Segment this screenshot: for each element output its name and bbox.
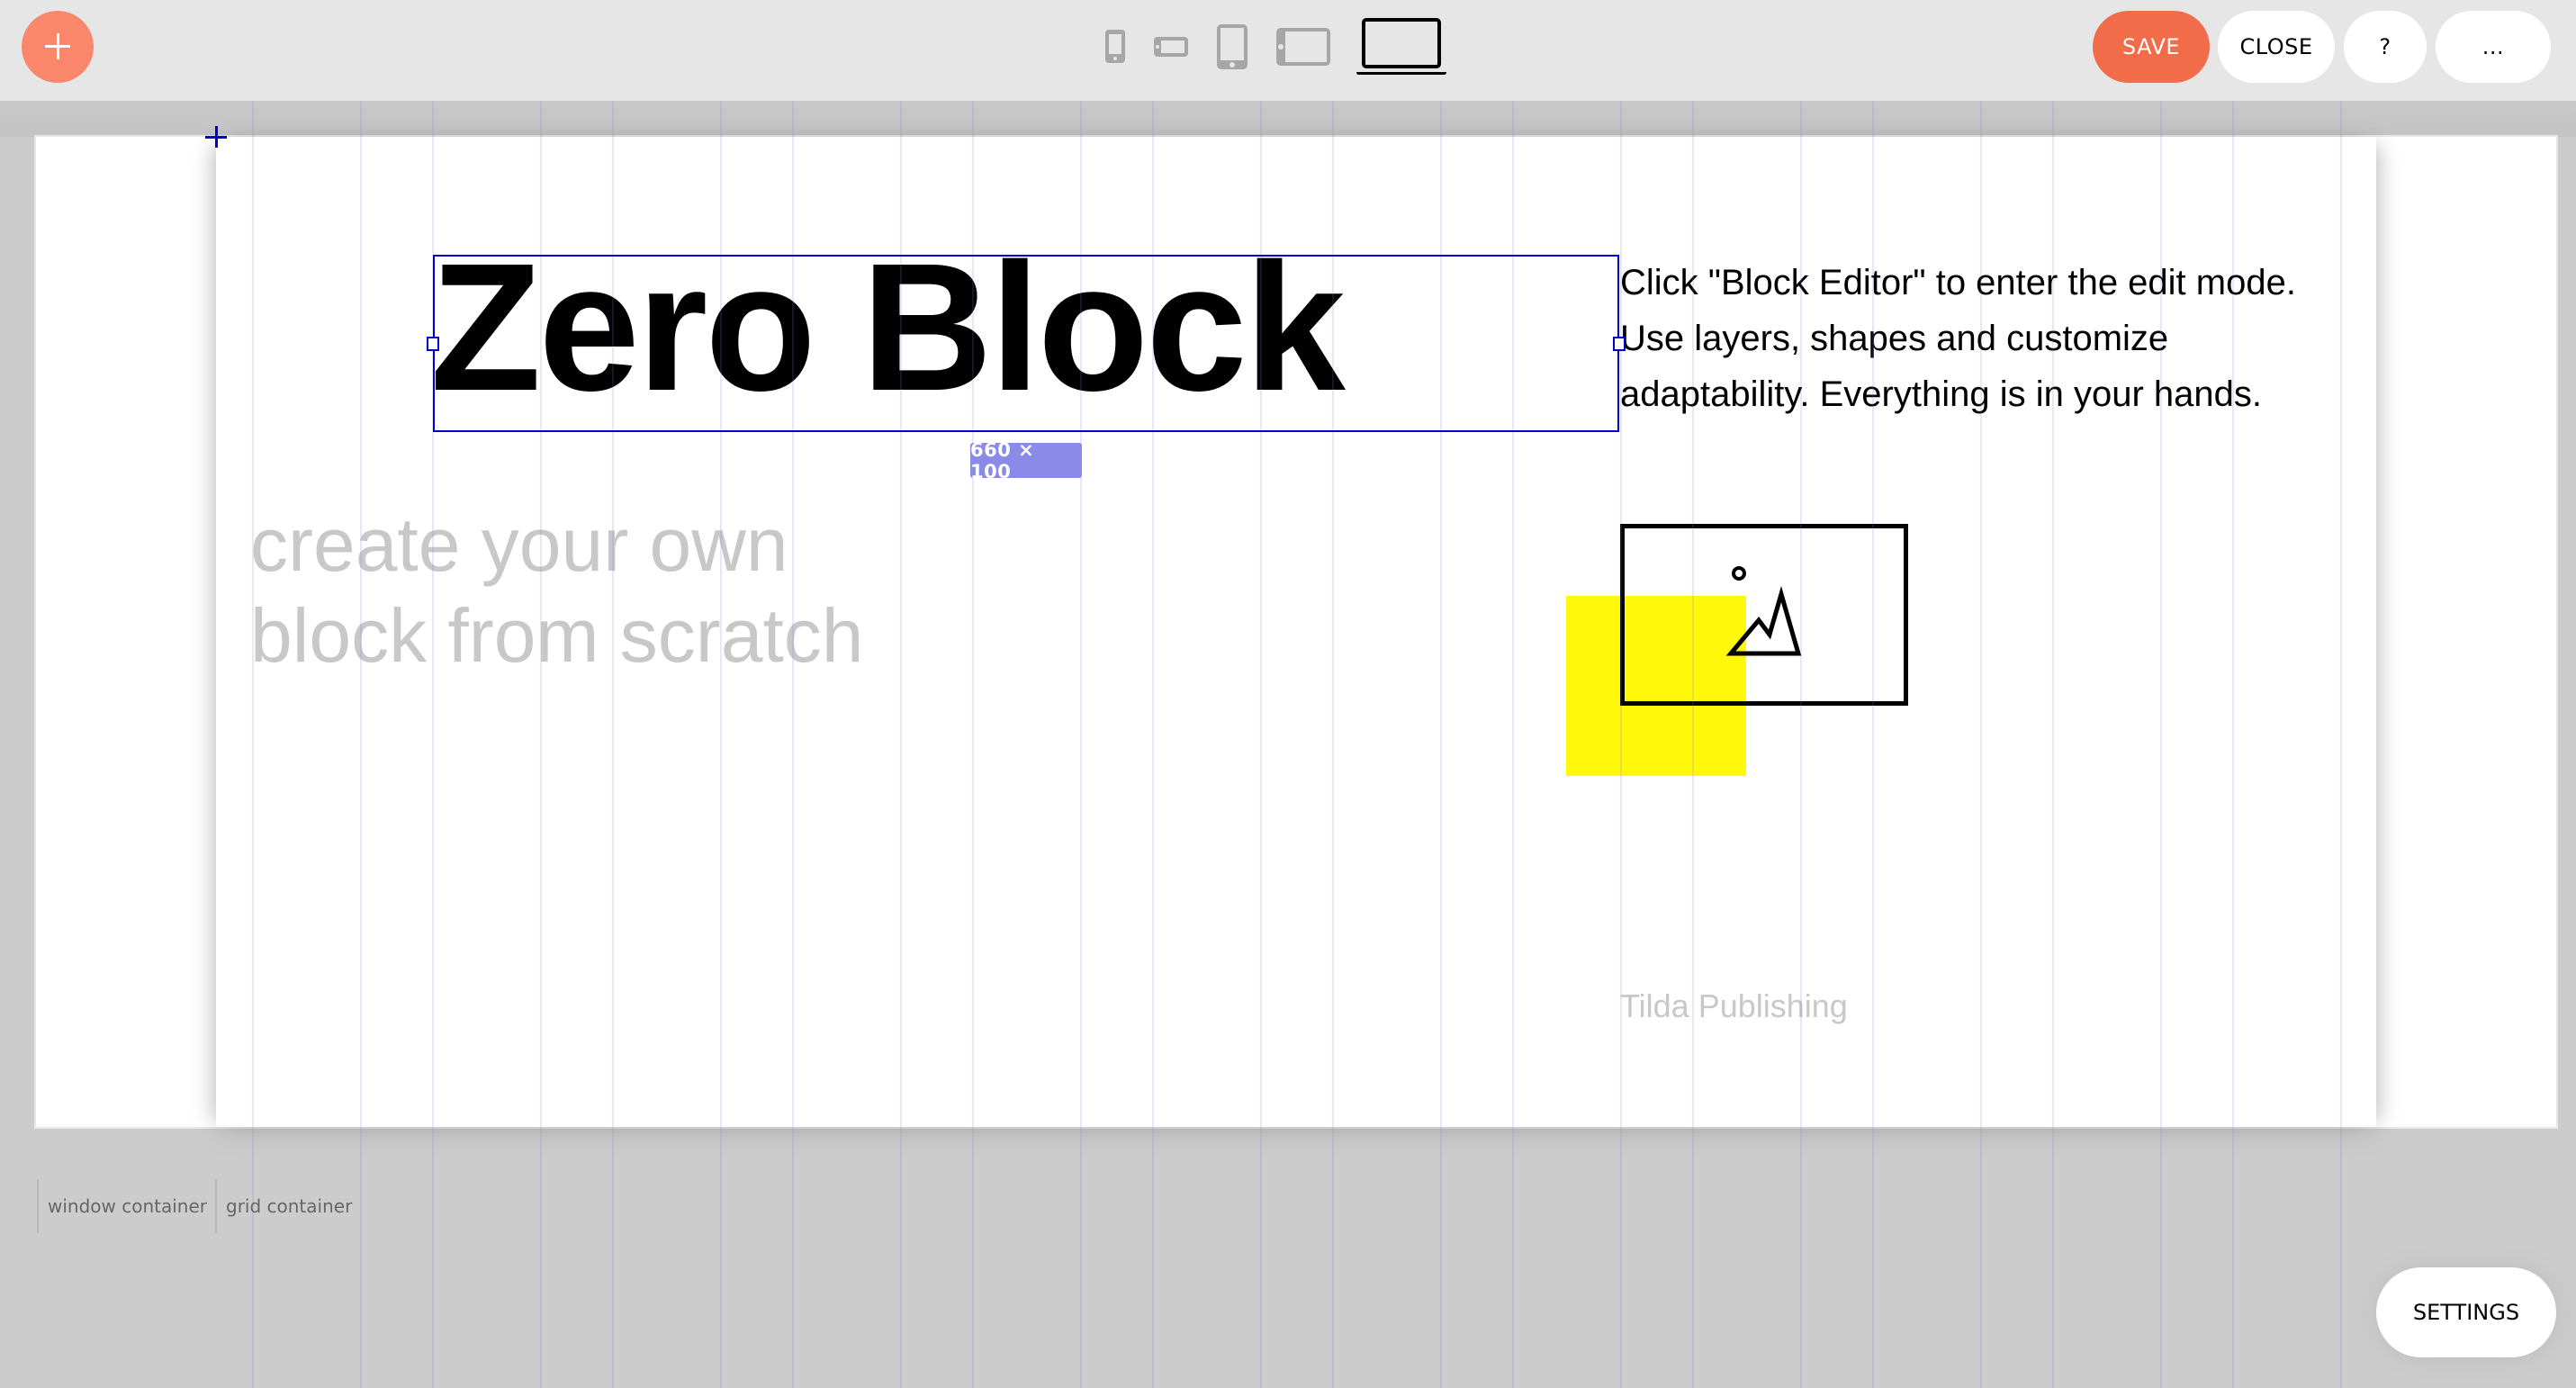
- device-phone-landscape-button[interactable]: [1154, 37, 1188, 57]
- image-mountain-icon: [1725, 566, 1802, 656]
- tablet-portrait-icon: [1217, 24, 1247, 69]
- tablet-landscape-icon: [1276, 28, 1330, 66]
- add-element-button[interactable]: [22, 11, 94, 83]
- description-line-2: Use layers, shapes and customize: [1620, 319, 2169, 358]
- origin-crosshair-icon: [205, 126, 227, 148]
- phone-landscape-icon: [1154, 37, 1188, 57]
- workspace-top: [0, 101, 2576, 137]
- laptop-icon: [1356, 18, 1446, 75]
- device-tablet-landscape-button[interactable]: [1276, 28, 1330, 66]
- brand-text-element[interactable]: Tilda Publishing: [1620, 987, 1848, 1025]
- resize-handle-right[interactable]: [1613, 337, 1626, 351]
- more-options-button[interactable]: ...: [2436, 11, 2551, 83]
- description-line-3: adaptability. Everything is in your hand…: [1620, 374, 2262, 414]
- help-button[interactable]: ?: [2344, 11, 2427, 83]
- device-tablet-portrait-button[interactable]: [1217, 24, 1247, 69]
- grid-container-label[interactable]: grid container: [215, 1179, 352, 1233]
- phone-portrait-icon: [1105, 30, 1125, 63]
- top-toolbar: SAVE CLOSE ? ...: [0, 0, 2576, 101]
- subtitle-text-element[interactable]: create your own block from scratch: [250, 500, 864, 681]
- subtitle-line-2: block from scratch: [250, 593, 864, 678]
- device-desktop-button[interactable]: [1356, 18, 1447, 76]
- subtitle-line-1: create your own: [250, 502, 788, 587]
- description-line-1: Click "Block Editor" to enter the edit m…: [1620, 263, 2296, 302]
- save-button[interactable]: SAVE: [2093, 11, 2210, 83]
- settings-button[interactable]: SETTINGS: [2376, 1267, 2556, 1357]
- selection-box[interactable]: [433, 255, 1619, 432]
- description-text-element[interactable]: Click "Block Editor" to enter the edit m…: [1620, 255, 2296, 422]
- close-button[interactable]: CLOSE: [2218, 11, 2335, 83]
- size-badge: 660 × 100: [970, 439, 1082, 482]
- window-container-label[interactable]: window container: [37, 1179, 207, 1233]
- device-phone-portrait-button[interactable]: [1105, 30, 1125, 63]
- image-element[interactable]: [1620, 524, 1908, 706]
- resize-handle-left[interactable]: [427, 337, 439, 351]
